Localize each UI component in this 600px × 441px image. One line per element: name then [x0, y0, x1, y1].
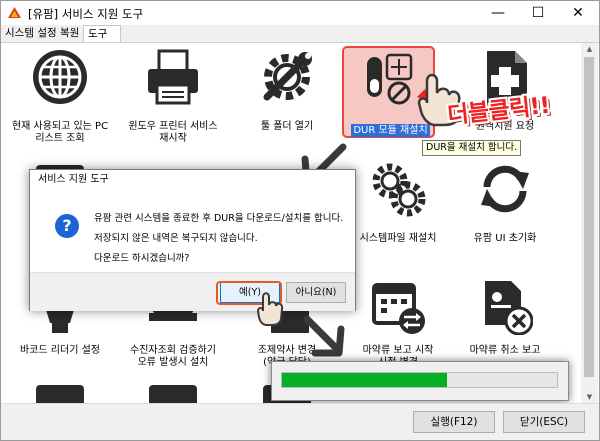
vertical-scrollbar[interactable]: ▲ ▼ [581, 43, 598, 403]
tooltip: DUR을 재설치 합니다. [422, 140, 522, 156]
title-bar[interactable]: [유팜] 서비스 지원 도구 — ☐ ✕ [1, 1, 599, 25]
dur-pill-icon [367, 53, 413, 105]
dialog-message-line: 저장되지 않은 내역은 복구되지 않습니다. [94, 233, 258, 244]
minimize-button[interactable]: — [478, 1, 518, 25]
tool-ui-reset[interactable]: 유팜 UI 초기화 [451, 155, 559, 255]
bottom-bar: 실행(F12) 닫기(ESC) [1, 403, 599, 440]
progress-fill [282, 373, 447, 387]
tab-system-restore[interactable]: 시스템 설정 복원 [1, 25, 83, 42]
partial-icon [36, 385, 84, 403]
progress-window [271, 361, 569, 401]
tool-label: 리스트 조회 [35, 133, 85, 144]
scrollbar-thumb[interactable] [584, 57, 594, 377]
confirm-dialog: 서비스 지원 도구 ? 유팜 관련 시스템을 종료한 후 DUR을 다운로드/설… [29, 169, 356, 311]
dialog-message-line: 다운로드 하시겠습니까? [94, 253, 190, 264]
tool-partial[interactable] [6, 373, 114, 403]
close-window-button[interactable]: ✕ [558, 1, 598, 25]
no-button[interactable]: 아니요(N) [286, 282, 346, 303]
tool-label: 재시작 [159, 133, 187, 144]
arrow-down-right-icon [303, 315, 345, 357]
tab-tools[interactable]: 도구 [83, 25, 121, 42]
doc-cancel-icon [485, 281, 533, 335]
tool-label: 오류 발생시 설치 [137, 357, 209, 368]
tool-label: 현재 사용되고 있는 PC [11, 121, 109, 132]
wrench-gear-icon [263, 52, 312, 101]
tool-label: 수진자조회 검증하기 [130, 345, 216, 356]
tool-label: 시스템파일 재설치 [359, 233, 437, 244]
tool-sysfile-reinstall[interactable]: 시스템파일 재설치 [344, 155, 452, 255]
tool-partial[interactable] [119, 373, 227, 403]
dialog-body: ? 유팜 관련 시스템을 종료한 후 DUR을 다운로드/설치를 합니다. 저장… [30, 190, 355, 272]
tool-label: 유팜 UI 초기화 [473, 233, 537, 244]
hand-click-icon [256, 292, 284, 326]
tool-label: 윈도우 프린터 서비스 [128, 121, 218, 132]
dialog-message-line: 유팜 관련 시스템을 종료한 후 DUR을 다운로드/설치를 합니다. [94, 213, 344, 224]
dialog-footer: 예(Y) 아니요(N) [30, 272, 355, 311]
run-button[interactable]: 실행(F12) [413, 411, 495, 433]
gears-icon [372, 163, 426, 217]
tool-open-folder[interactable]: 툴 폴더 열기 [233, 43, 341, 143]
tool-report-start[interactable]: 마약류 보고 시작 시점 변경 [344, 273, 452, 373]
tool-label: 바코드 리더기 설정 [20, 345, 100, 356]
progress-bar [281, 372, 558, 388]
tool-label: 마약류 취소 보고 [469, 345, 541, 356]
globe-icon [33, 50, 87, 104]
tab-bar: 시스템 설정 복원 도구 [1, 25, 599, 43]
tool-label: 마약류 보고 시작 [362, 345, 434, 356]
maximize-button[interactable]: ☐ [518, 1, 558, 25]
tool-printer[interactable]: 윈도우 프린터 서비스 재시작 [119, 43, 227, 144]
scroll-up-icon[interactable]: ▲ [581, 43, 598, 55]
question-icon: ? [55, 214, 79, 238]
refresh-icon [481, 165, 529, 213]
printer-icon [148, 49, 198, 105]
window-title: [유팜] 서비스 지원 도구 [28, 7, 144, 21]
app-logo-icon [8, 7, 21, 18]
tool-label: 툴 폴더 열기 [260, 121, 314, 132]
calendar-swap-icon [372, 283, 425, 334]
close-button[interactable]: 닫기(ESC) [503, 411, 585, 433]
tool-pc-info[interactable]: 현재 사용되고 있는 PC 리스트 조회 [6, 43, 114, 144]
main-window: [유팜] 서비스 지원 도구 — ☐ ✕ 시스템 설정 복원 도구 현재 사용되… [0, 0, 600, 441]
scroll-down-icon[interactable]: ▼ [581, 391, 598, 403]
dialog-title[interactable]: 서비스 지원 도구 [30, 170, 355, 190]
partial-icon [149, 385, 197, 403]
tool-report-cancel[interactable]: 마약류 취소 보고 [451, 273, 559, 373]
